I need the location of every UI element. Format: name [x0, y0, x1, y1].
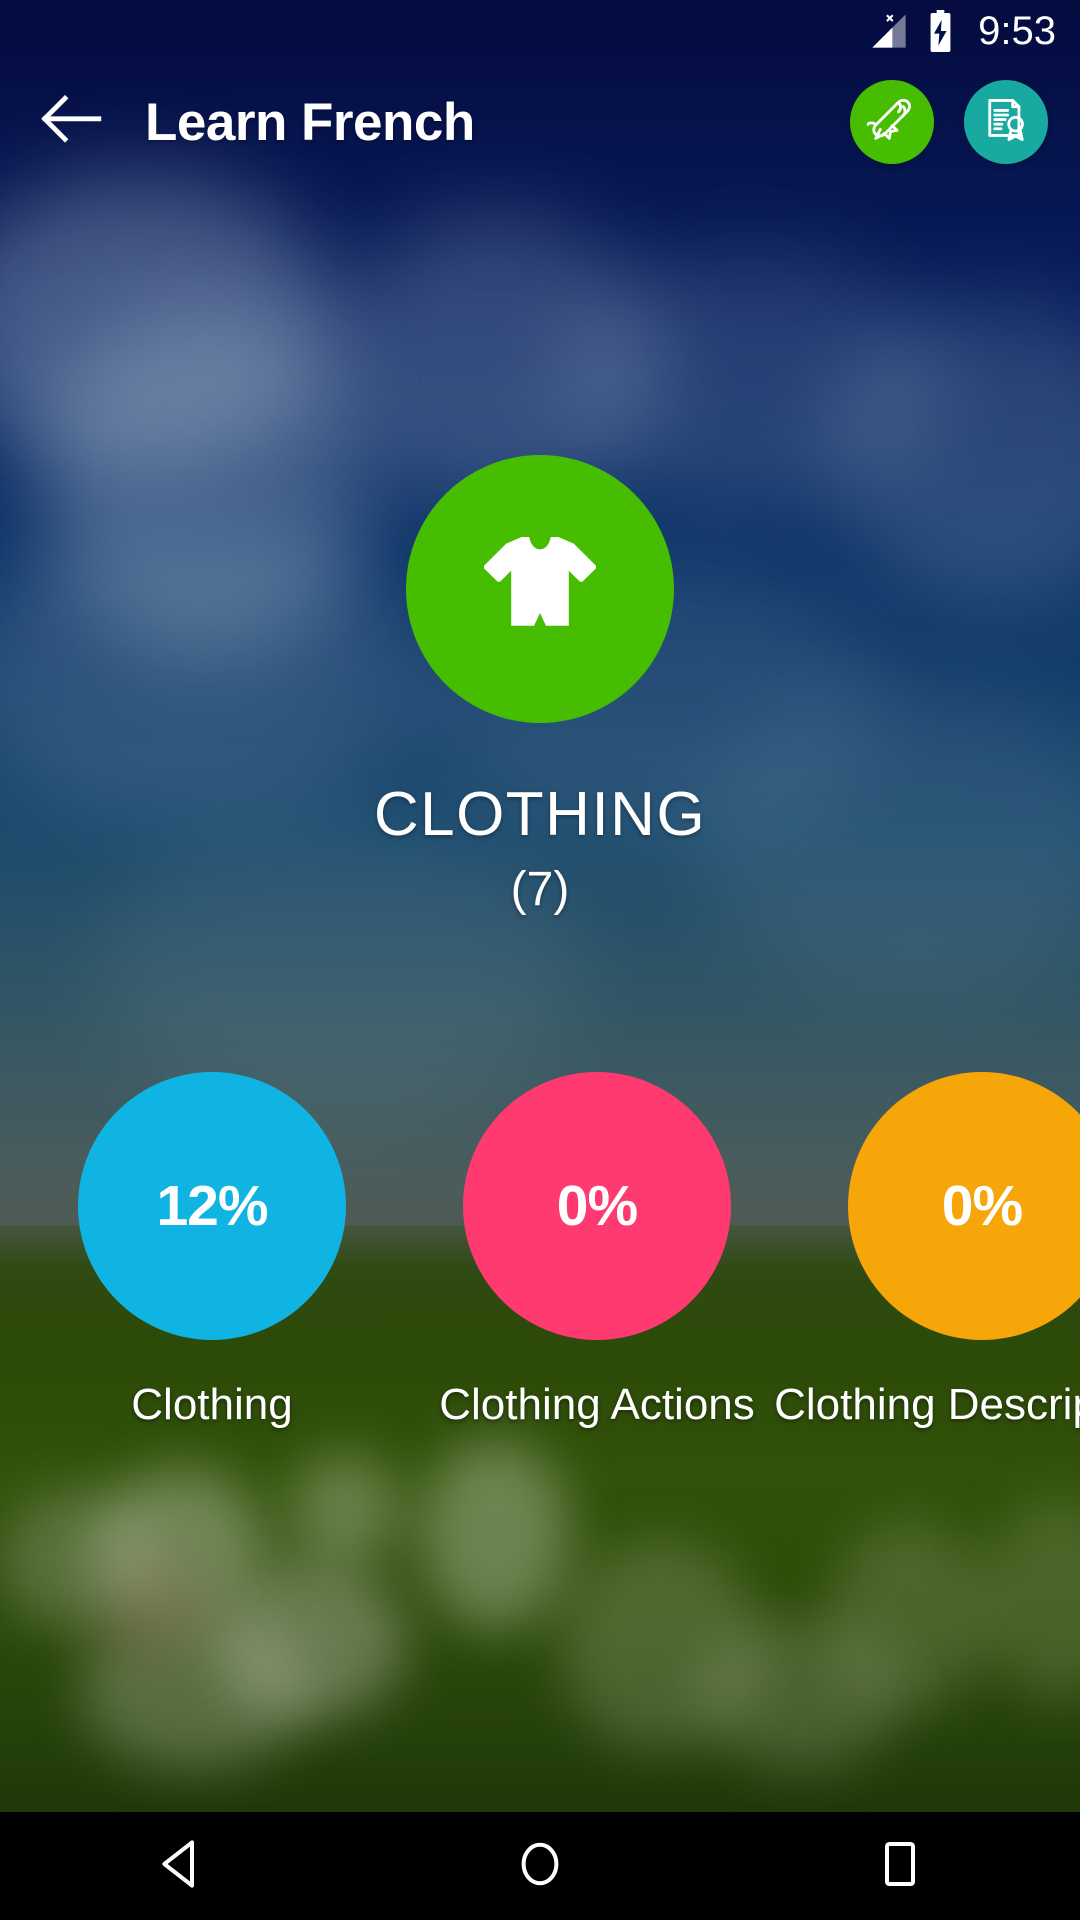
- lesson-label: Clothing: [131, 1380, 293, 1429]
- tshirt-icon: [478, 531, 602, 648]
- app-bar: Learn French: [0, 62, 1080, 182]
- grass-blur-spot: [420, 1440, 570, 1630]
- nav-home-button[interactable]: [450, 1812, 630, 1920]
- lesson-progress-circle[interactable]: 0%: [463, 1072, 731, 1340]
- lesson-percent: 0%: [556, 1174, 638, 1238]
- scroll-icon: [866, 95, 917, 150]
- lesson-progress-circle[interactable]: 0%: [848, 1072, 1080, 1340]
- page-title: Learn French: [145, 92, 475, 152]
- lesson-item[interactable]: 0% Clothing Descriptions: [774, 1072, 1080, 1430]
- grass-blur-spot: [0, 1490, 150, 1630]
- lesson-percent: 12%: [156, 1174, 268, 1238]
- lesson-label: Clothing Descriptions: [774, 1380, 1080, 1429]
- nav-back-icon: [156, 1838, 204, 1895]
- lesson-list[interactable]: 12% Clothing 0% Clothing Actions 0% Clot…: [0, 1072, 1080, 1452]
- back-button[interactable]: [24, 74, 120, 170]
- back-arrow-icon: [40, 94, 104, 151]
- status-bar: 9:53: [0, 0, 1080, 62]
- battery-charging-icon: [927, 10, 954, 52]
- category-block: CLOTHING (7): [0, 455, 1080, 917]
- lesson-progress-circle[interactable]: 12%: [78, 1072, 346, 1340]
- status-time: 9:53: [978, 9, 1056, 53]
- lesson-item[interactable]: 0% Clothing Actions: [439, 1072, 755, 1430]
- nav-recents-icon: [878, 1839, 922, 1894]
- diploma-scroll-button[interactable]: [850, 80, 934, 164]
- android-nav-bar: [0, 1812, 1080, 1920]
- category-name: CLOTHING: [373, 780, 707, 849]
- lesson-label: Clothing Actions: [439, 1380, 755, 1429]
- app-bar-actions: [850, 80, 1048, 164]
- signal-no-sim-icon: [869, 11, 909, 51]
- nav-recents-button[interactable]: [810, 1812, 990, 1920]
- certificate-button[interactable]: [964, 80, 1048, 164]
- grass-blur-spot: [290, 1455, 400, 1565]
- lesson-percent: 0%: [941, 1174, 1023, 1238]
- category-count: (7): [510, 863, 570, 916]
- certificate-icon: [981, 95, 1031, 150]
- category-icon-button[interactable]: [406, 455, 674, 723]
- app-screen: 9:53 Learn French CLOTHING (7) 12% Cloth…: [0, 0, 1080, 1920]
- lesson-item[interactable]: 12% Clothing: [78, 1072, 346, 1430]
- grass-blur-spot: [830, 1520, 990, 1710]
- nav-home-icon: [516, 1838, 564, 1895]
- nav-back-button[interactable]: [90, 1812, 270, 1920]
